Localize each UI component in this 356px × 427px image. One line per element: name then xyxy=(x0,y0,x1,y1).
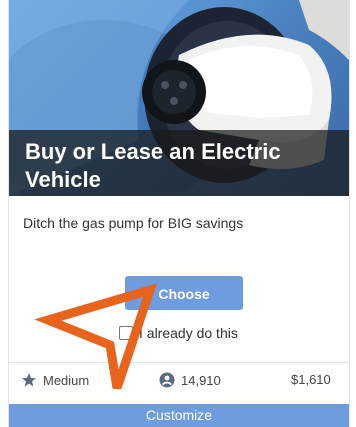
people-icon xyxy=(159,372,175,388)
choose-button[interactable]: Choose xyxy=(125,276,243,310)
difficulty-stat: Medium xyxy=(21,372,89,388)
already-do-this-checkbox[interactable] xyxy=(119,326,133,340)
savings-stat: $1,610 xyxy=(291,372,331,387)
card-description: Ditch the gas pump for BIG savings xyxy=(23,215,244,231)
customize-button[interactable]: Customize xyxy=(9,404,349,427)
action-card: Buy or Lease an Electric Vehicle Ditch t… xyxy=(8,0,350,427)
people-stat: 14,910 xyxy=(159,372,221,388)
difficulty-value: Medium xyxy=(43,372,90,388)
already-do-this-label: I already do this xyxy=(139,325,238,341)
people-count: 14,910 xyxy=(181,372,221,388)
card-stats: Medium 14,910 $1,610 xyxy=(9,372,349,396)
already-do-this-option[interactable]: I already do this xyxy=(119,323,238,343)
divider xyxy=(9,362,349,363)
card-title: Buy or Lease an Electric Vehicle xyxy=(25,139,281,192)
savings-value: $1,610 xyxy=(291,372,331,387)
star-icon xyxy=(21,372,37,388)
